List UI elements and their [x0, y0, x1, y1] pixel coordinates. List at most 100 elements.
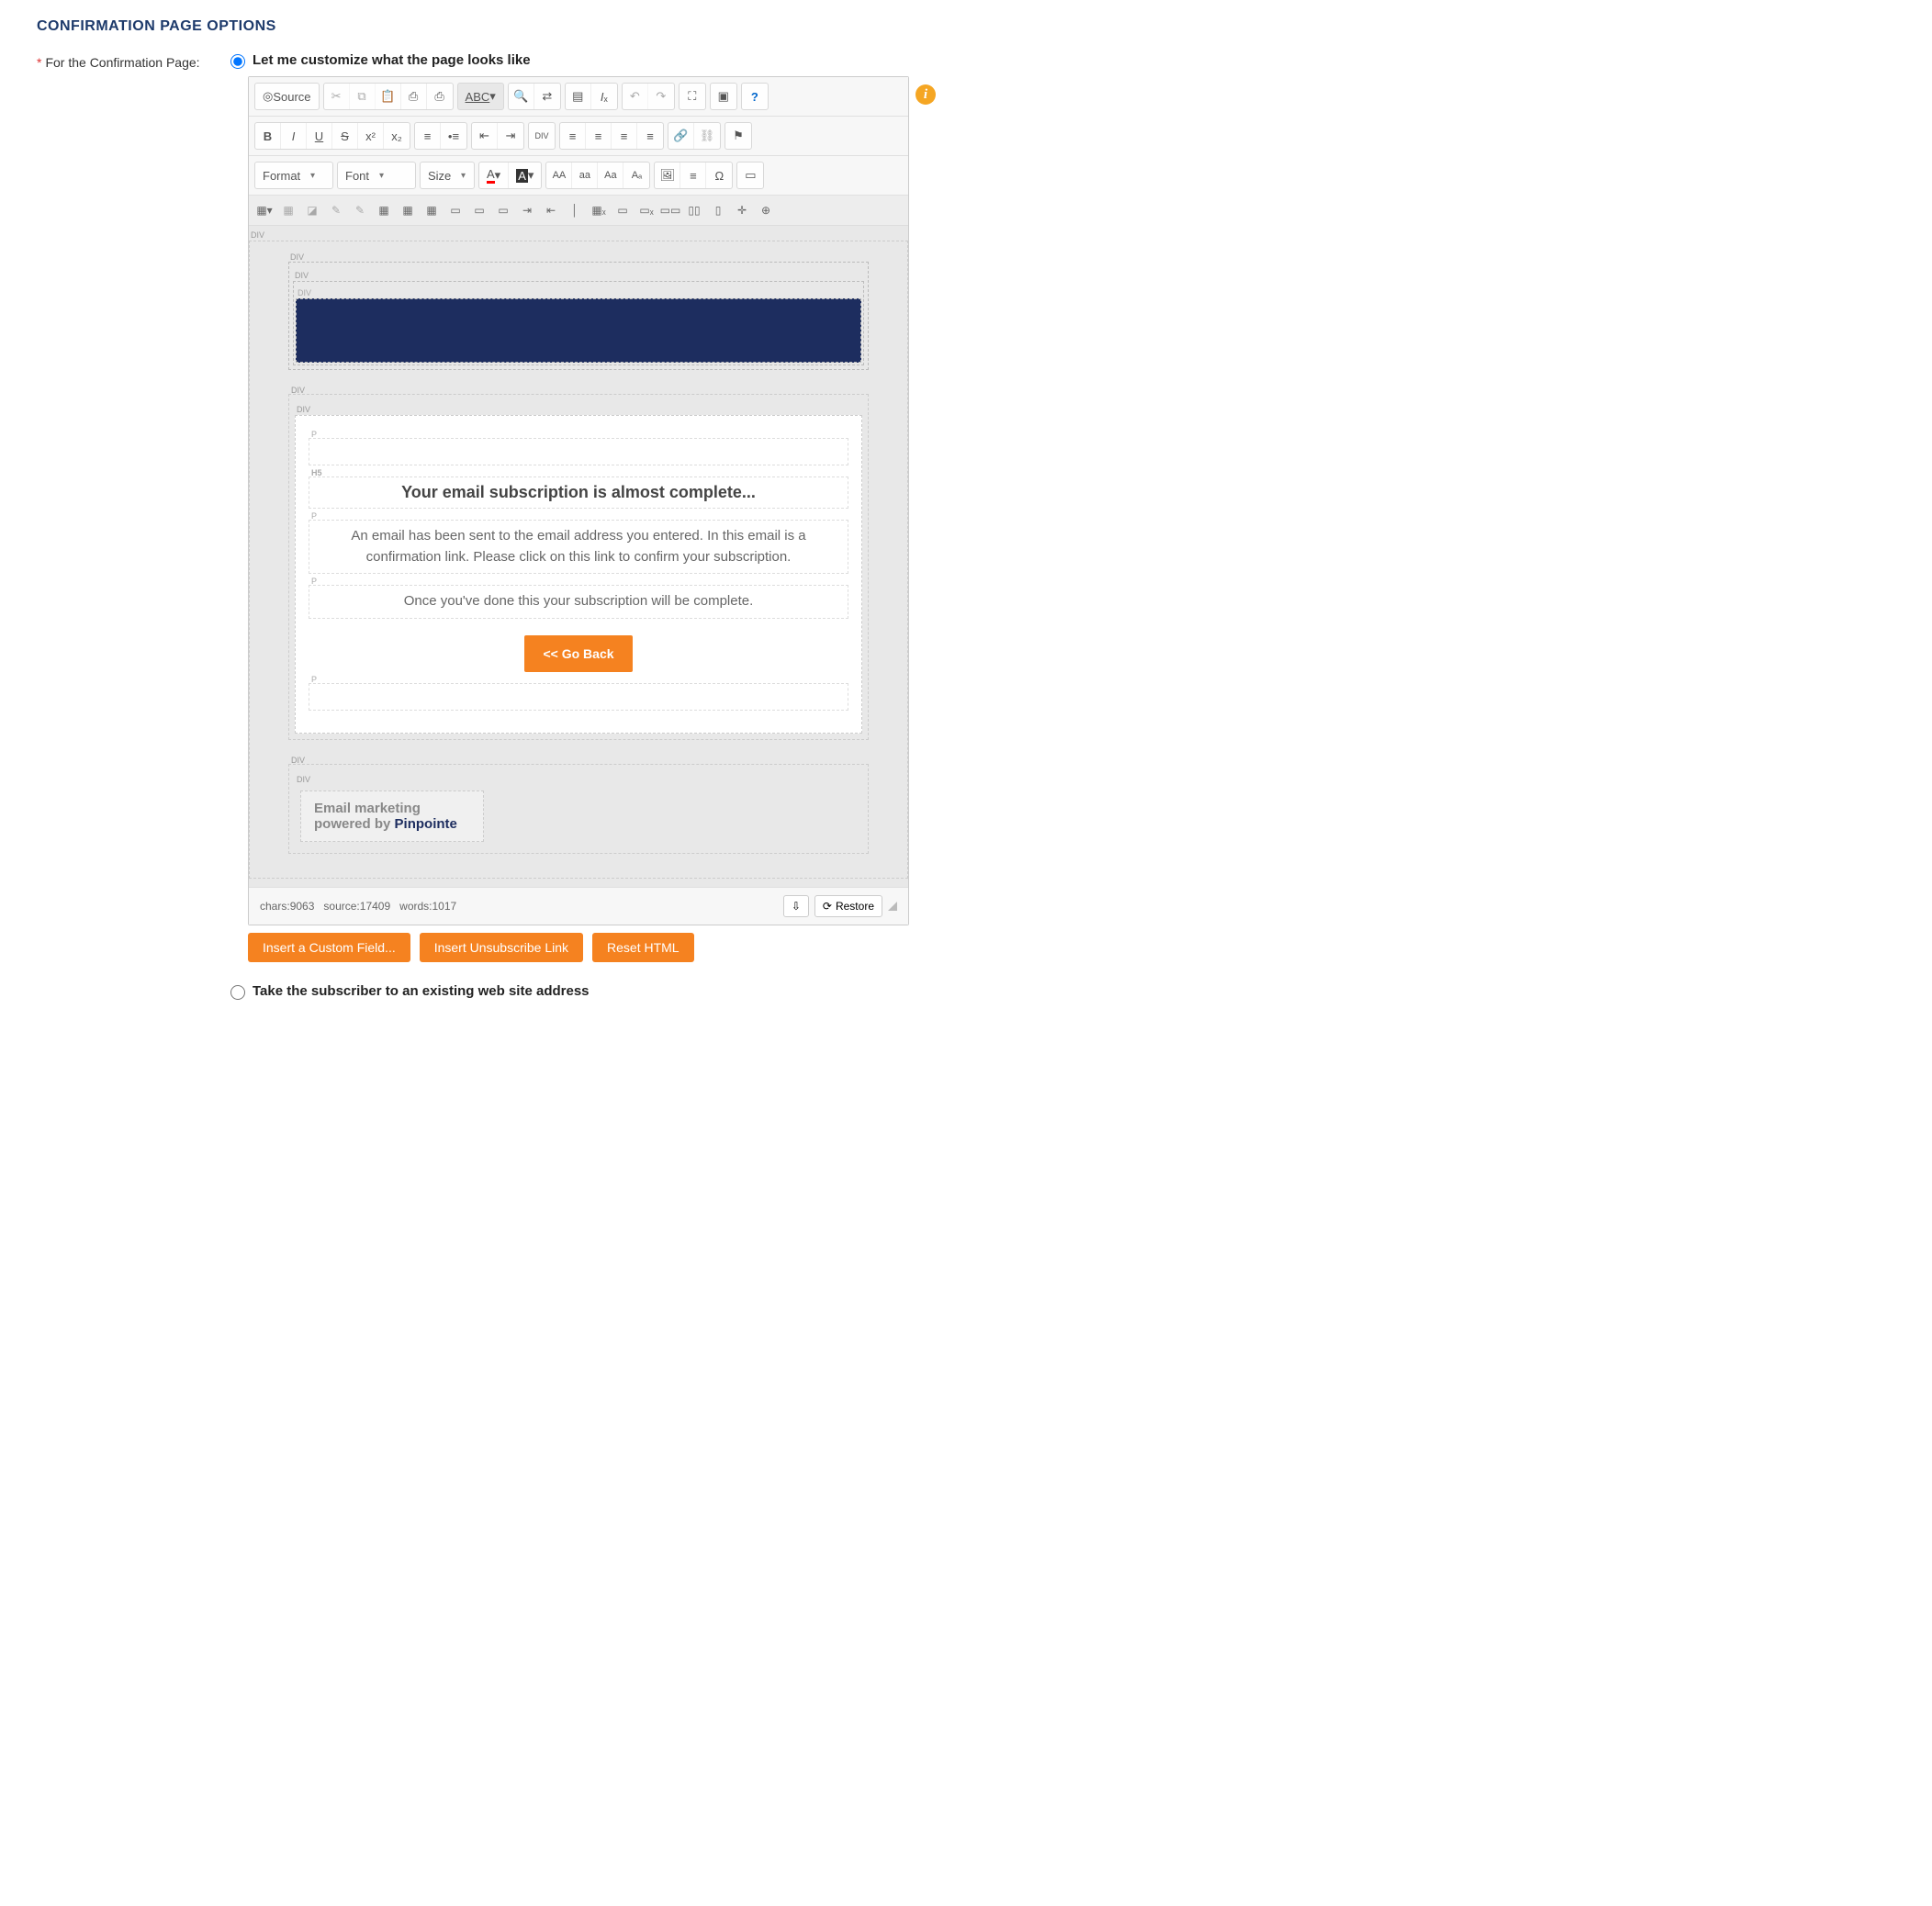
radio-existing[interactable] [230, 985, 245, 1000]
header-block[interactable] [296, 298, 861, 363]
outdent-button[interactable]: ⇤ [472, 123, 498, 149]
stats: chars:9063 source:17409 words:1017 [260, 900, 456, 913]
tb4-b10[interactable]: ▭ [467, 199, 491, 221]
align-left-button[interactable]: ≡ [560, 123, 586, 149]
lineheight-button[interactable]: ≡ [680, 163, 706, 188]
underline-button[interactable]: U [307, 123, 332, 149]
tb4-b7[interactable]: ▦ [396, 199, 420, 221]
tb4-b12[interactable]: ⇥ [515, 199, 539, 221]
tag-div: DIV [288, 252, 306, 262]
table-button[interactable]: ▦▾ [253, 199, 276, 221]
tb4-b8[interactable]: ▦ [420, 199, 444, 221]
tb4-b21[interactable]: ✛ [730, 199, 754, 221]
strike-button[interactable]: S [332, 123, 358, 149]
removeformat-button[interactable]: Iₓ [591, 84, 617, 109]
lowercase-button[interactable]: aa [572, 163, 598, 188]
uppercase-button[interactable]: AA [546, 163, 572, 188]
italic-button[interactable]: I [281, 123, 307, 149]
selectall-button[interactable]: ▤ [566, 84, 591, 109]
editor: i ◎ Source ✂ ⧉ 📋 ⎙ ⎙ ABC ▾ 🔍 ⇄ ▤ [248, 76, 909, 925]
p-empty-2[interactable]: P [309, 683, 848, 711]
insert-custom-field-button[interactable]: Insert a Custom Field... [248, 933, 410, 962]
tb4-b16[interactable]: ▭ [611, 199, 635, 221]
spellcheck-button[interactable]: ABC ▾ [458, 84, 503, 109]
radio-existing-label[interactable]: Take the subscriber to an existing web s… [253, 983, 590, 999]
tb4-b2[interactable]: ▦ [276, 199, 300, 221]
bold-button[interactable]: B [255, 123, 281, 149]
align-justify-button[interactable]: ≡ [637, 123, 663, 149]
p-empty-1[interactable]: P [309, 438, 848, 465]
help-icon[interactable]: i [915, 84, 936, 105]
tb4-b14[interactable]: │ [563, 199, 587, 221]
tb4-b4[interactable]: ✎ [324, 199, 348, 221]
heading[interactable]: H5Your email subscription is almost comp… [309, 476, 848, 509]
paste-word-button[interactable]: ⎙ [427, 84, 453, 109]
tb4-b9[interactable]: ▭ [444, 199, 467, 221]
radio-customize[interactable] [230, 54, 245, 69]
indent-button[interactable]: ⇥ [498, 123, 523, 149]
paragraph-2[interactable]: POnce you've done this your subscription… [309, 585, 848, 619]
image-button[interactable]: 🖼 [655, 163, 680, 188]
numlist-button[interactable]: ≡ [415, 123, 441, 149]
go-back-button[interactable]: << Go Back [524, 635, 632, 672]
field-label: *For the Confirmation Page: [37, 51, 226, 70]
specialchar-button[interactable]: Ω [706, 163, 732, 188]
toolbar-row-4: ▦▾ ▦ ◪ ✎ ✎ ▦ ▦ ▦ ▭ ▭ ▭ ⇥ ⇤ │ ▦ₓ ▭ ▭ₓ ▭▭ … [249, 196, 908, 226]
align-center-button[interactable]: ≡ [586, 123, 612, 149]
tag-div: DIV [249, 230, 266, 240]
capitalize-button[interactable]: Aa [598, 163, 623, 188]
redo-button[interactable]: ↷ [648, 84, 674, 109]
radio-customize-label[interactable]: Let me customize what the page looks lik… [253, 52, 531, 68]
tag-div: DIV [296, 288, 313, 297]
toolbar-row-3: Format Font Size A▾ A▾ AA aa Aa Aₐ 🖼 ≡ Ω [249, 156, 908, 196]
paste-text-button[interactable]: ⎙ [401, 84, 427, 109]
format-select[interactable]: Format [255, 163, 309, 188]
source-button[interactable]: ◎ Source [255, 84, 319, 109]
tb4-b13[interactable]: ⇤ [539, 199, 563, 221]
tb4-b3[interactable]: ◪ [300, 199, 324, 221]
tb4-b22[interactable]: ⊕ [754, 199, 778, 221]
tb4-b18[interactable]: ▭▭ [658, 199, 682, 221]
textcolor-button[interactable]: A▾ [479, 163, 509, 188]
replace-button[interactable]: ⇄ [534, 84, 560, 109]
toolbar-row-1: ◎ Source ✂ ⧉ 📋 ⎙ ⎙ ABC ▾ 🔍 ⇄ ▤ Iₓ [249, 77, 908, 117]
superscript-button[interactable]: x² [358, 123, 384, 149]
cut-button[interactable]: ✂ [324, 84, 350, 109]
bgcolor-button[interactable]: A▾ [509, 163, 541, 188]
subscript-button[interactable]: x₂ [384, 123, 410, 149]
restore-button[interactable]: ⟳ Restore [814, 895, 882, 917]
showblocks-button[interactable]: ▣ [711, 84, 736, 109]
editor-canvas[interactable]: DIV DIV DIV DIV [249, 226, 908, 887]
maximize-button[interactable]: ⛶ [680, 84, 705, 109]
iframe-button[interactable]: ▭ [737, 163, 763, 188]
tb4-b5[interactable]: ✎ [348, 199, 372, 221]
find-button[interactable]: 🔍 [509, 84, 534, 109]
undo-button[interactable]: ↶ [623, 84, 648, 109]
tb4-b6[interactable]: ▦ [372, 199, 396, 221]
paste-button[interactable]: 📋 [376, 84, 401, 109]
font-select[interactable]: Font [338, 163, 377, 188]
bulletlist-button[interactable]: •≡ [441, 123, 466, 149]
copy-button[interactable]: ⧉ [350, 84, 376, 109]
insert-unsubscribe-button[interactable]: Insert Unsubscribe Link [420, 933, 583, 962]
anchor-button[interactable]: ⚑ [725, 123, 751, 149]
reset-html-button[interactable]: Reset HTML [592, 933, 694, 962]
section-title: CONFIRMATION PAGE OPTIONS [37, 18, 1895, 35]
unlink-button[interactable]: ⛓ [694, 123, 720, 149]
tb4-b15[interactable]: ▦ₓ [587, 199, 611, 221]
tb4-b19[interactable]: ▯▯ [682, 199, 706, 221]
align-right-button[interactable]: ≡ [612, 123, 637, 149]
link-button[interactable]: 🔗 [668, 123, 694, 149]
tb4-b11[interactable]: ▭ [491, 199, 515, 221]
required-asterisk: * [37, 55, 41, 70]
div-button[interactable]: DIV [529, 123, 555, 149]
tb4-b20[interactable]: ▯ [706, 199, 730, 221]
footer-credit[interactable]: Email marketing powered by Pinpointe [300, 790, 484, 842]
size-select[interactable]: Size [421, 163, 459, 188]
paragraph-1[interactable]: PAn email has been sent to the email add… [309, 520, 848, 574]
resize-grip[interactable] [888, 902, 897, 911]
transform-button[interactable]: Aₐ [623, 163, 649, 188]
export-button[interactable]: ⇩ [783, 895, 809, 917]
tb4-b17[interactable]: ▭ₓ [635, 199, 658, 221]
about-button[interactable]: ? [742, 84, 768, 109]
